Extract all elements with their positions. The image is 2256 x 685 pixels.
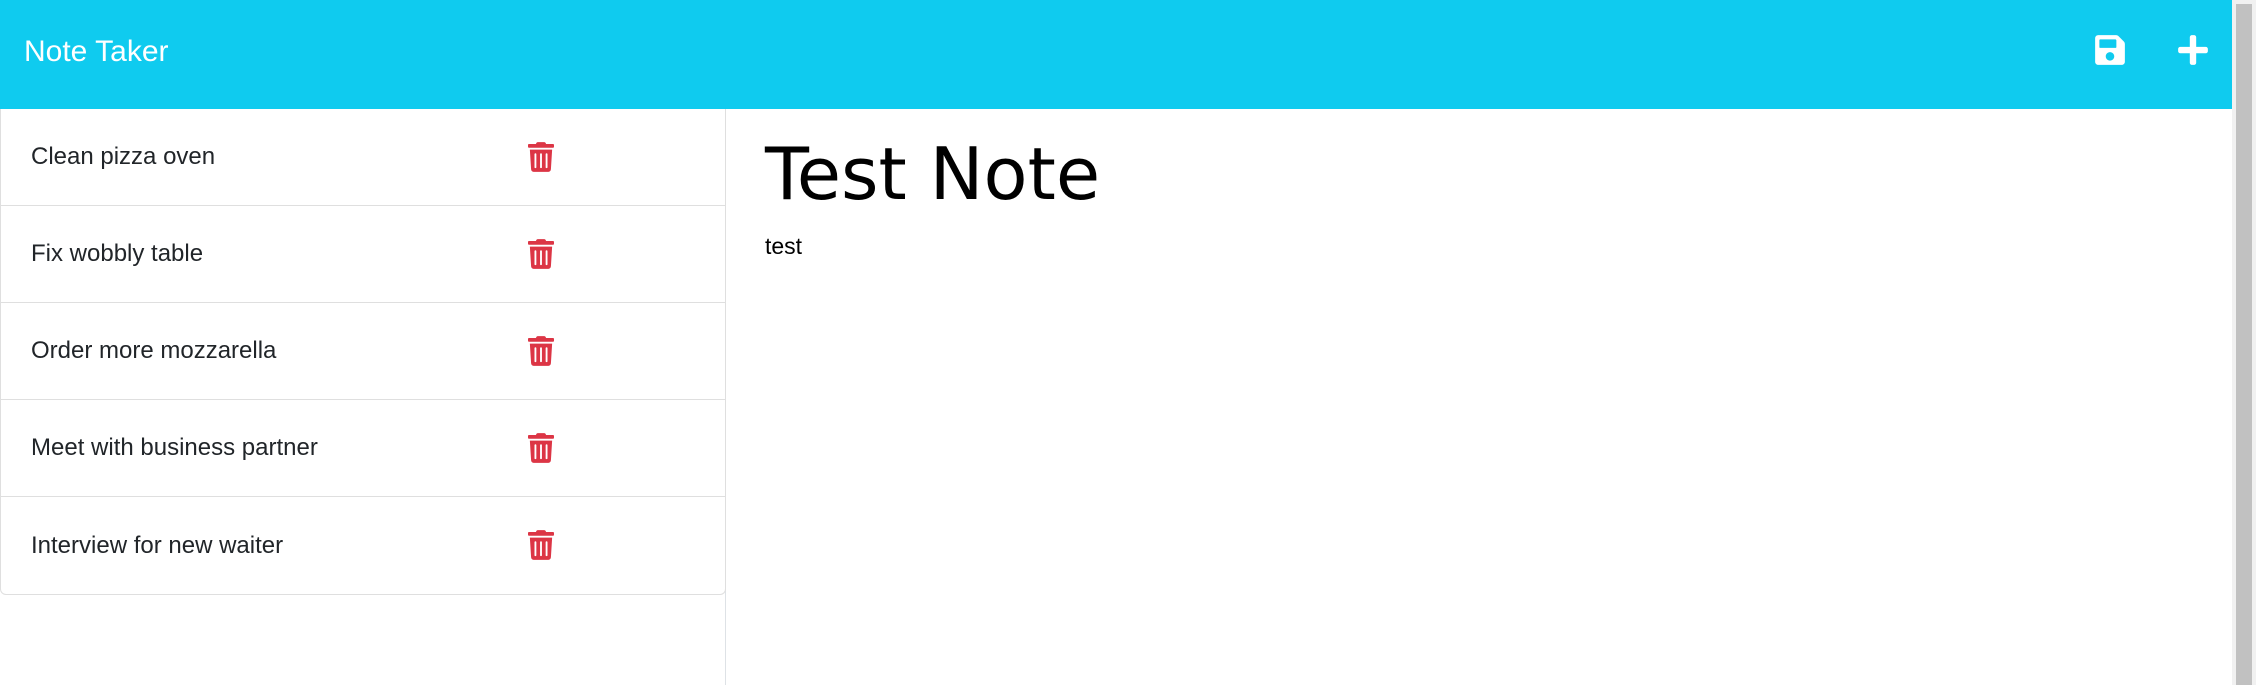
trash-icon[interactable] xyxy=(528,239,554,269)
page-scrollbar[interactable] xyxy=(2232,0,2256,685)
note-item-title[interactable]: Fix wobbly table xyxy=(31,240,203,268)
list-item[interactable]: Interview for new waiter xyxy=(1,497,725,594)
save-note-button[interactable] xyxy=(2090,28,2130,72)
note-item-title[interactable]: Meet with business partner xyxy=(31,434,318,462)
note-item-title[interactable]: Clean pizza oven xyxy=(31,143,215,171)
trash-icon[interactable] xyxy=(528,142,554,172)
list-item[interactable]: Fix wobbly table xyxy=(1,206,725,303)
list-item[interactable]: Meet with business partner xyxy=(1,400,725,497)
note-textarea[interactable]: test xyxy=(765,233,802,260)
list-item[interactable]: Clean pizza oven xyxy=(1,109,725,206)
notes-list: Clean pizza oven Fix wobbly table Order … xyxy=(0,109,726,595)
navbar: Note Taker xyxy=(0,0,2232,109)
save-icon xyxy=(2095,35,2125,65)
list-item[interactable]: Order more mozzarella xyxy=(1,303,725,400)
note-item-title[interactable]: Order more mozzarella xyxy=(31,337,276,365)
note-item-title[interactable]: Interview for new waiter xyxy=(31,532,283,560)
plus-icon xyxy=(2178,35,2208,65)
new-note-button[interactable] xyxy=(2173,28,2213,72)
note-title-input[interactable]: Test Note xyxy=(765,129,1100,219)
trash-icon[interactable] xyxy=(528,336,554,366)
scrollbar-thumb[interactable] xyxy=(2236,4,2252,685)
notes-sidebar: Clean pizza oven Fix wobbly table Order … xyxy=(0,109,726,685)
app: Note Taker Clean pizza oven Fix wobbly t… xyxy=(0,0,2256,685)
note-editor: Test Note test xyxy=(727,109,2232,685)
trash-icon[interactable] xyxy=(528,433,554,463)
trash-icon[interactable] xyxy=(528,530,554,560)
brand-link[interactable]: Note Taker xyxy=(24,32,169,72)
